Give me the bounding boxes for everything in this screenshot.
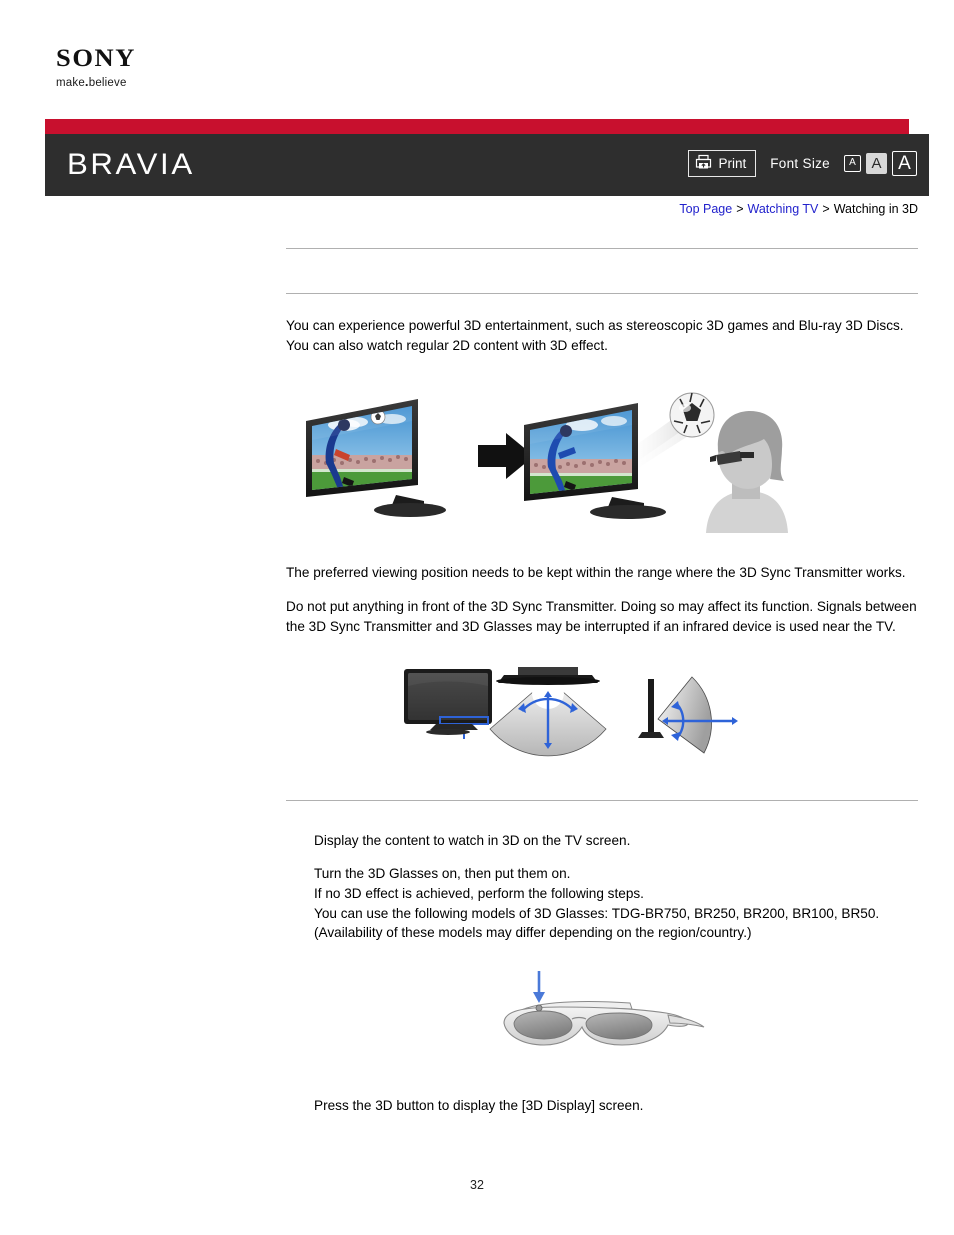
print-button[interactable]: Print <box>687 150 757 177</box>
page-title <box>286 249 918 293</box>
breadcrumb-item-watching-tv[interactable]: Watching TV <box>748 202 819 216</box>
breadcrumb-item-top-page[interactable]: Top Page <box>679 202 732 216</box>
sony-wordmark: SONY <box>56 45 136 72</box>
page-number: 32 <box>470 1178 484 1192</box>
bravia-wordmark: BRAVIA <box>67 148 195 181</box>
step-1: Display the content to watch in 3D on th… <box>314 832 631 848</box>
printer-icon <box>695 154 712 173</box>
font-size-label: Font Size <box>770 155 830 171</box>
step-2: Turn the 3D Glasses on, then put them on… <box>314 866 880 941</box>
tagline-post: believe <box>88 77 127 89</box>
step-3: Press the 3D button to display the [3D D… <box>314 1098 644 1114</box>
sony-logo: SONY make.believe <box>56 46 236 90</box>
transmitter-top-view <box>489 666 607 756</box>
tv-2d-illustration <box>306 399 446 518</box>
page-content: You can experience powerful 3D entertain… <box>286 248 918 1130</box>
print-button-label: Print <box>718 155 747 171</box>
font-size-controls: A A A <box>844 150 917 176</box>
sony-tagline: make.believe <box>56 75 236 90</box>
font-size-small-button[interactable]: A <box>844 154 861 172</box>
note-viewing-position: The preferred viewing position needs to … <box>286 565 906 581</box>
red-accent-strip <box>45 119 909 134</box>
breadcrumb-separator-1: > <box>736 202 744 216</box>
tv-front-view <box>404 668 492 739</box>
divider-steps <box>286 799 918 801</box>
figure-2d-to-3d <box>286 377 918 537</box>
font-size-large-button[interactable]: A <box>892 150 917 176</box>
intro-paragraph: You can experience powerful 3D entertain… <box>286 318 904 353</box>
tv-3d-illustration <box>524 392 788 534</box>
divider-under-title <box>286 293 918 294</box>
site-header: BRAVIA Print Font Size A A A <box>45 134 929 196</box>
breadcrumb-separator-2: > <box>822 202 830 216</box>
figure-sync-transmitter-range <box>286 659 918 774</box>
header-tools: Print Font Size A A A <box>687 150 917 177</box>
viewer-with-3d-glasses <box>706 411 788 534</box>
note-transmitter-obstruction: Do not put anything in front of the 3D S… <box>286 599 917 634</box>
tagline-pre: make <box>56 77 85 89</box>
breadcrumb: Top Page > Watching TV > Watching in 3D <box>679 202 918 216</box>
3d-glasses-illustration <box>503 1001 705 1046</box>
breadcrumb-item-current: Watching in 3D <box>833 202 918 216</box>
transmitter-side-view <box>638 675 738 754</box>
steps-list: Display the content to watch in 3D on th… <box>286 831 918 944</box>
soccer-ball-icon <box>669 392 715 438</box>
font-size-medium-button[interactable]: A <box>866 152 887 174</box>
figure-3d-glasses <box>286 965 918 1070</box>
power-button-arrow-icon <box>533 971 545 1004</box>
